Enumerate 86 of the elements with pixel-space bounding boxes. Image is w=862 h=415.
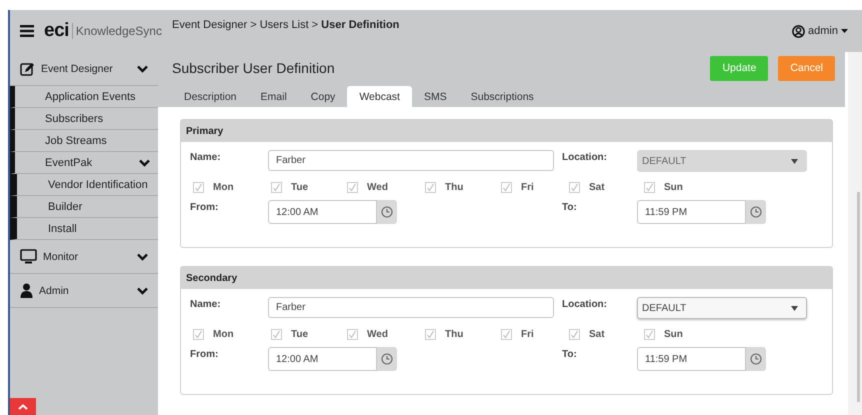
sidebar-item[interactable]: EventPak — [10, 152, 158, 174]
edit-icon — [20, 62, 35, 76]
scroll-top-button[interactable] — [10, 398, 36, 415]
clock-button[interactable] — [746, 347, 766, 371]
day-label: Fri — [521, 182, 534, 192]
checkbox[interactable] — [644, 328, 655, 340]
monitor-icon — [20, 249, 37, 264]
user-menu[interactable]: admin — [808, 25, 838, 37]
tab[interactable]: Webcast — [347, 86, 412, 107]
day-label: Sun — [664, 328, 683, 340]
checkbox[interactable] — [193, 328, 204, 340]
tab[interactable]: Email — [248, 86, 299, 107]
checkbox[interactable] — [193, 182, 204, 192]
day-label: Thu — [445, 328, 464, 340]
page-title: Subscriber User Definition — [172, 60, 336, 76]
field-label: To: — [562, 348, 578, 360]
sidebar-section[interactable]: Admin — [10, 274, 158, 308]
field-label: To: — [562, 201, 578, 213]
chevron-up-icon — [18, 404, 28, 410]
location-dropdown[interactable]: DEFAULT — [637, 297, 807, 319]
time-field[interactable]: 12:00 AM — [268, 347, 377, 371]
field-label: Name: — [190, 151, 222, 163]
field-label: From: — [190, 348, 220, 360]
sidebar-item[interactable]: Install — [10, 218, 158, 240]
tab[interactable]: Description — [172, 86, 249, 107]
sidebar-item[interactable]: Builder — [10, 196, 158, 218]
field-label: Location: — [562, 151, 608, 163]
day-label: Sat — [589, 328, 605, 340]
tab[interactable]: Subscriptions — [458, 86, 546, 107]
panel-title: Secondary — [181, 267, 832, 289]
dropdown-arrow-icon — [791, 158, 798, 164]
sidebar-item[interactable]: Vendor Identification — [10, 174, 158, 196]
clock-icon[interactable] — [750, 206, 762, 218]
caret-icon — [841, 29, 848, 33]
day-label: Fri — [521, 328, 534, 340]
tab[interactable]: Copy — [298, 86, 348, 107]
tab[interactable]: SMS — [412, 86, 459, 107]
sidebar-section[interactable]: Monitor — [10, 240, 158, 274]
user-icon — [20, 283, 33, 298]
dropdown-arrow-icon — [791, 306, 798, 310]
day-label: Sat — [589, 182, 605, 192]
checkbox[interactable] — [501, 328, 512, 340]
breadcrumb: Event Designer > Users List > User Definition — [172, 19, 400, 31]
clock-button[interactable] — [377, 200, 397, 224]
clock-button[interactable] — [377, 347, 397, 371]
menu-icon[interactable] — [20, 25, 34, 37]
checkbox[interactable] — [425, 328, 436, 340]
logo: eci — [44, 20, 69, 42]
name-field[interactable]: Farber — [268, 297, 554, 318]
checkbox[interactable] — [569, 182, 580, 192]
day-label: Sun — [664, 182, 683, 192]
checkbox[interactable] — [347, 328, 358, 340]
sidebar-item[interactable]: Job Streams — [10, 130, 158, 152]
name-field[interactable]: Farber — [268, 150, 554, 171]
checkbox[interactable] — [644, 182, 655, 192]
clock-button[interactable] — [746, 200, 766, 224]
user-circle-icon — [792, 24, 806, 38]
time-field[interactable]: 12:00 AM — [268, 200, 377, 224]
app-name: KnowledgeSync — [76, 24, 162, 38]
panel-title: Primary — [181, 120, 832, 142]
sidebar-item[interactable]: Subscribers — [10, 108, 158, 130]
chevron-down-icon[interactable] — [137, 64, 148, 72]
checkbox[interactable] — [271, 182, 282, 192]
day-label: Tue — [291, 182, 308, 192]
clock-icon[interactable] — [381, 353, 393, 365]
day-label: Thu — [445, 182, 464, 192]
time-field[interactable]: 11:59 PM — [637, 200, 746, 224]
checkbox[interactable] — [271, 328, 282, 340]
field-label: Name: — [190, 298, 222, 310]
field-label: Location: — [562, 298, 608, 310]
clock-icon[interactable] — [750, 353, 762, 365]
day-label: Wed — [367, 328, 388, 340]
checkbox[interactable] — [569, 328, 580, 340]
checkbox[interactable] — [347, 182, 358, 192]
day-label: Mon — [213, 182, 234, 192]
field-label: From: — [190, 201, 220, 213]
chevron-down-icon[interactable] — [139, 158, 150, 166]
day-label: Mon — [213, 328, 234, 340]
checkbox[interactable] — [425, 182, 436, 192]
checkbox[interactable] — [501, 182, 512, 192]
clock-icon[interactable] — [381, 206, 393, 218]
chevron-down-icon[interactable] — [137, 286, 148, 294]
chevron-down-icon[interactable] — [137, 252, 148, 260]
day-label: Wed — [367, 182, 388, 192]
day-label: Tue — [291, 328, 308, 340]
time-field[interactable]: 11:59 PM — [637, 347, 746, 371]
